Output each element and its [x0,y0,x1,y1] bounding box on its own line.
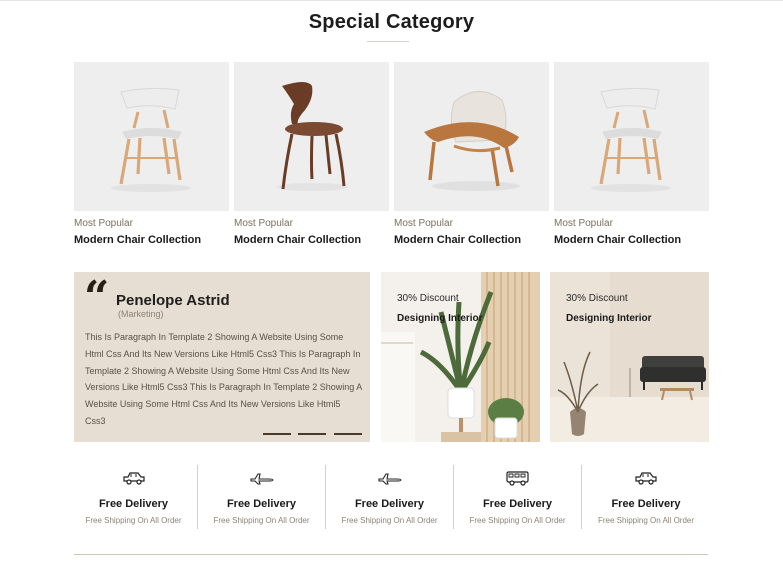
walnut-chair-image[interactable] [234,62,389,211]
airplane-icon [377,473,402,485]
feature-subtitle: Free Shipping On All Order [597,516,695,525]
testimonial-name: Penelope Astrid [116,292,230,309]
category-card[interactable]: Most Popular Modern Chair Collection [554,62,709,246]
feature-title: Free Delivery [98,498,169,510]
card-title[interactable]: Modern Chair Collection [74,234,229,246]
section-title: Special Category [308,11,475,33]
feature-subtitle: Free Shipping On All Order [213,516,310,525]
car-icon [635,472,657,485]
category-card[interactable]: Most Popular Modern Chair Collection [74,62,229,246]
airplane-icon [249,473,274,485]
testimonial-text: This Is Paragraph In Template 2 Showing … [85,332,362,426]
card-title[interactable]: Modern Chair Collection [234,234,389,246]
feature-title: Free Delivery [354,498,425,510]
promo-discount: 30% Discount [397,293,459,304]
feature-item: Free Delivery Free Shipping On All Order [582,465,710,529]
feature-title: Free Delivery [482,498,553,510]
bus-icon [505,471,529,486]
bottom-divider [74,554,708,555]
card-subtitle: Most Popular [234,218,293,229]
feature-title: Free Delivery [226,498,297,510]
feature-subtitle: Free Shipping On All Order [341,516,438,525]
white-chair-image[interactable] [554,62,709,211]
car-icon [122,472,145,485]
testimonial-panel: “ Penelope Astrid (Marketing) This Is Pa… [74,272,370,442]
lounge-chair-image[interactable] [394,62,549,211]
feature-item: Free Delivery Free Shipping On All Order [198,465,326,529]
category-card[interactable]: Most Popular Modern Chair Collection [394,62,549,246]
feature-subtitle: Free Shipping On All Order [469,516,566,525]
promo-banner[interactable]: 30% Discount Designing Interior [550,272,709,442]
slider-dot[interactable] [298,433,326,435]
promo-title[interactable]: Designing Interior [397,313,483,324]
promo-banner[interactable]: 30% Discount Designing Interior [381,272,540,442]
quote-icon: “ [84,272,110,323]
testimonial-role: (Marketing) [118,309,164,319]
top-divider [0,0,783,1]
white-chair-image[interactable] [74,62,229,211]
category-card[interactable]: Most Popular Modern Chair Collection [234,62,389,246]
promo-discount: 30% Discount [566,293,628,304]
card-subtitle: Most Popular [394,218,453,229]
feature-item: Free Delivery Free Shipping On All Order [326,465,454,529]
feature-item: Free Delivery Free Shipping On All Order [454,465,582,529]
promo-title[interactable]: Designing Interior [566,313,652,324]
card-title[interactable]: Modern Chair Collection [394,234,549,246]
slider-dot[interactable] [334,433,362,435]
title-underline [367,41,409,42]
slider-dot[interactable] [263,433,291,435]
feature-title: Free Delivery [611,498,681,510]
card-title[interactable]: Modern Chair Collection [554,234,709,246]
card-subtitle: Most Popular [554,218,613,229]
card-subtitle: Most Popular [74,218,133,229]
feature-subtitle: Free Shipping On All Order [85,516,182,525]
feature-item: Free Delivery Free Shipping On All Order [70,465,198,529]
